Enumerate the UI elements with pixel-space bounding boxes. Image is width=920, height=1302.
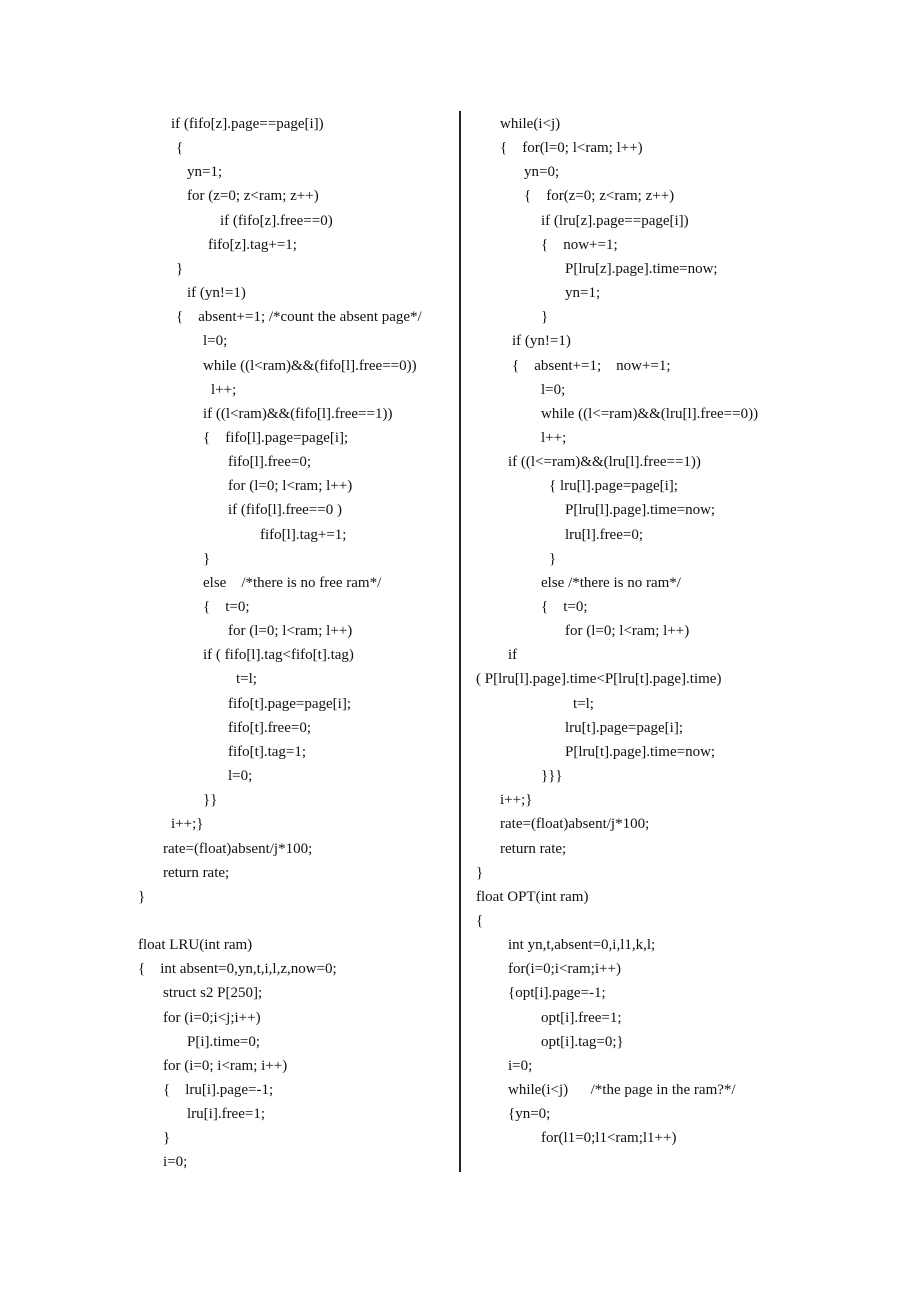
code-line: int yn,t,absent=0,i,l1,k,l; (508, 937, 656, 954)
code-line: i=0; (163, 1154, 188, 1171)
code-line: lru[i].free=1; (187, 1106, 266, 1123)
code-line: {opt[i].page=-1; (508, 985, 606, 1002)
code-line: for (z=0; z<ram; z++) (187, 188, 319, 205)
code-line: while ((l<ram)&&(fifo[l].free==0)) (203, 357, 417, 374)
code-line: if (yn!=1) (187, 285, 246, 302)
code-line: lru[t].page=page[i]; (565, 719, 683, 736)
code-line: i=0; (508, 1057, 533, 1074)
code-line: float OPT(int ram) (476, 888, 589, 905)
code-line: if (lru[z].page==page[i]) (541, 212, 689, 229)
code-line: t=l; (573, 695, 594, 712)
code-line: }} (203, 792, 218, 809)
code-line: { lru[l].page=page[i]; (549, 478, 678, 495)
code-line: { for(z=0; z<ram; z++) (524, 188, 675, 205)
code-line: { now+=1; (541, 236, 618, 253)
code-line: yn=1; (565, 285, 601, 302)
code-line: for(l1=0;l1<ram;l1++) (541, 1130, 677, 1147)
code-line: if (fifo[l].free==0 ) (228, 502, 342, 519)
code-line: } (549, 550, 557, 567)
code-line: while(i<j) (500, 116, 561, 132)
code-line: if ((l<ram)&&(fifo[l].free==1)) (203, 405, 393, 422)
code-line: { t=0; (203, 599, 250, 615)
code-line: yn=0; (524, 164, 560, 181)
code-line: { (476, 912, 484, 929)
code-line: ( P[lru[l].page].time<P[lru[t].page].tim… (476, 671, 722, 688)
code-line: opt[i].free=1; (541, 1009, 622, 1026)
code-line: rate=(float)absent/j*100; (163, 840, 313, 857)
code-line: { int absent=0,yn,t,i,l,z,now=0; (138, 961, 337, 978)
code-line: P[lru[l].page].time=now; (565, 502, 716, 519)
code-line: if (508, 647, 518, 664)
code-line: if ((l<=ram)&&(lru[l].free==1)) (508, 454, 701, 471)
right-code-column: while(i<j) { for(l=0; l<ram; l++) yn=0; { f… (462, 0, 920, 1302)
code-line: } (541, 309, 549, 326)
code-line: for (l=0; l<ram; l++) (228, 623, 353, 640)
code-line: { absent+=1; /*count the absent page*/ (176, 309, 422, 326)
code-line: float LRU(int ram) (138, 937, 253, 954)
code-line: l=0; (541, 381, 566, 398)
code-line: { fifo[l].page=page[i]; (203, 429, 349, 446)
code-line: P[lru[z].page].time=now; (565, 260, 718, 277)
code-line: fifo[t].free=0; (228, 719, 311, 736)
code-line: fifo[t].tag=1; (228, 743, 307, 760)
code-line: { absent+=1; now+=1; (512, 357, 671, 374)
code-line: while(i<j) /*the page in the ram?*/ (508, 1082, 736, 1098)
code-line: fifo[z].tag+=1; (208, 236, 297, 253)
code-line: lru[l].free=0; (565, 526, 644, 543)
code-line: fifo[l].tag+=1; (260, 526, 347, 543)
code-line: i++;} (171, 816, 204, 833)
code-line: { t=0; (541, 599, 588, 615)
code-line: for (i=0;i<j;i++) (163, 1009, 261, 1026)
code-line: for(i=0;i<ram;i++) (508, 961, 621, 978)
code-line: return rate; (500, 840, 567, 857)
code-line: { for(l=0; l<ram; l++) (500, 140, 643, 157)
code-line: return rate; (163, 864, 230, 881)
code-line: l++; (541, 429, 567, 446)
code-line: } (476, 864, 484, 881)
code-line: for (i=0; i<ram; i++) (163, 1057, 288, 1074)
code-line: t=l; (236, 671, 257, 688)
code-line: opt[i].tag=0;} (541, 1033, 624, 1050)
code-line: fifo[l].free=0; (228, 454, 311, 471)
code-line: fifo[t].page=page[i]; (228, 695, 351, 712)
code-line: l++; (211, 381, 237, 398)
code-line: P[i].time=0; (187, 1033, 261, 1050)
code-line: } (138, 888, 146, 905)
column-divider (459, 111, 461, 1172)
code-line: i++;} (500, 792, 533, 809)
code-line: rate=(float)absent/j*100; (500, 816, 650, 833)
code-line: {yn=0; (508, 1106, 551, 1123)
code-line: if (fifo[z].page==page[i]) (171, 116, 324, 132)
code-line: l=0; (228, 768, 253, 785)
code-line: for (l=0; l<ram; l++) (228, 478, 353, 495)
code-line: P[lru[t].page].time=now; (565, 743, 716, 760)
code-line: while ((l<=ram)&&(lru[l].free==0)) (541, 405, 759, 422)
code-line: if (fifo[z].free==0) (220, 212, 333, 229)
code-line: for (l=0; l<ram; l++) (565, 623, 690, 640)
code-line: { (176, 140, 184, 157)
code-line: else /*there is no free ram*/ (203, 574, 382, 591)
code-line: } (163, 1130, 171, 1147)
code-line: if ( fifo[l].tag<fifo[t].tag) (203, 647, 354, 664)
code-line: } (176, 260, 184, 277)
left-code-column: if (fifo[z].page==page[i]) {yn=1; for (z=0… (0, 0, 458, 1302)
code-line: yn=1; (187, 164, 223, 181)
code-line: }}} (541, 768, 563, 785)
code-line: l=0; (203, 333, 228, 350)
code-line: if (yn!=1) (512, 333, 571, 350)
code-line: } (203, 550, 211, 567)
code-line: { lru[i].page=-1; (163, 1082, 274, 1098)
document-page: if (fifo[z].page==page[i]){yn=1; for (z=0… (0, 0, 920, 1302)
code-line: struct s2 P[250]; (163, 985, 263, 1002)
code-line: else /*there is no ram*/ (541, 574, 681, 591)
